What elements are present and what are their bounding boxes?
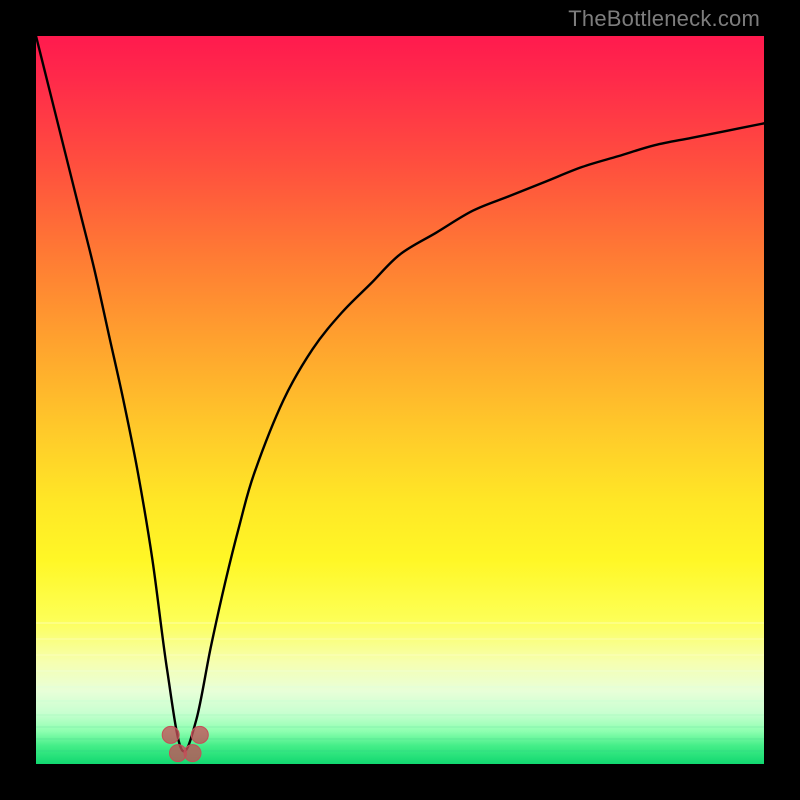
curve-layer — [36, 36, 764, 751]
min-marker — [184, 745, 201, 762]
attribution-text: TheBottleneck.com — [568, 6, 760, 32]
bottleneck-curve — [36, 36, 764, 751]
min-marker — [191, 726, 208, 743]
plot-area — [36, 36, 764, 764]
chart-frame: TheBottleneck.com — [0, 0, 800, 800]
marker-layer — [162, 726, 208, 761]
min-marker — [162, 726, 179, 743]
chart-svg — [36, 36, 764, 764]
